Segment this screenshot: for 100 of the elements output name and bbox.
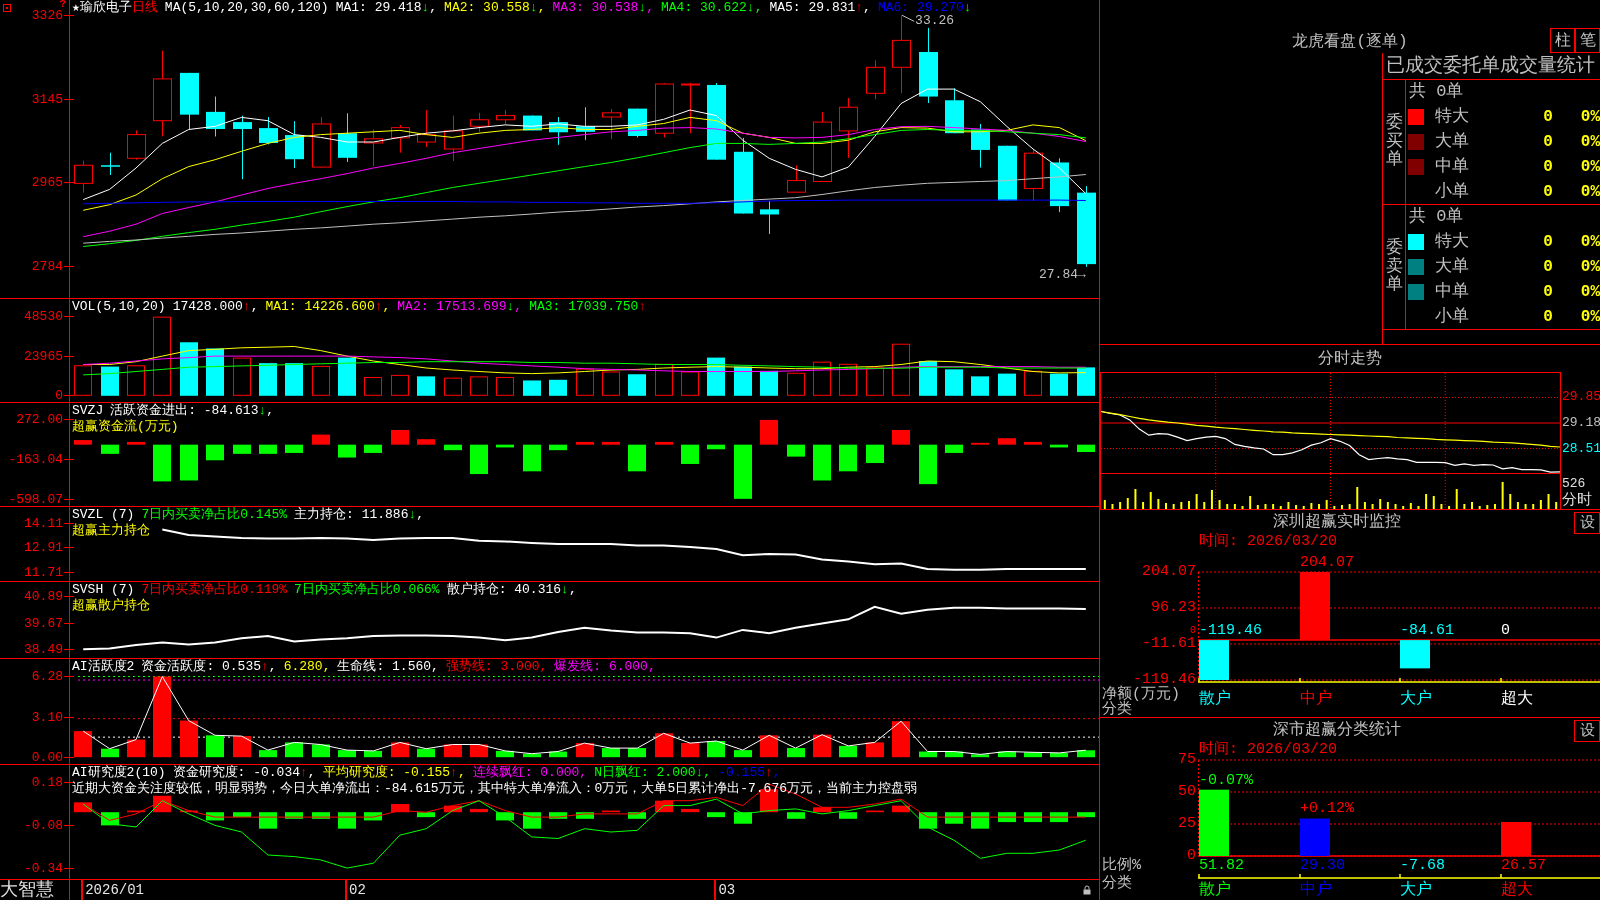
indicator-label: MA3: 17039.750↑ — [529, 299, 647, 315]
indicator-label: 平均研究度: -0.155↑, — [322, 765, 466, 781]
order-size-label: 小单 — [1435, 306, 1470, 327]
y-axis-label: 204.07 — [1142, 564, 1196, 580]
change-label: -0.07% — [1199, 772, 1253, 789]
order-share: 0% — [1579, 181, 1600, 202]
indicator-label: MA1: 29.418↓, — [335, 0, 438, 16]
y-axis-label: 272.00 — [16, 413, 63, 427]
category-label: 中户 — [1300, 691, 1332, 708]
date-label: 时间: 2026/03/20 — [1199, 534, 1338, 550]
order-size-label: 中单 — [1435, 156, 1470, 177]
order-share: 0% — [1579, 132, 1600, 152]
indicator-label: MA5: 29.831↑, — [769, 0, 871, 16]
indicator-label: AI活跃度2 — [72, 659, 135, 675]
y-axis-label: 2965 — [31, 176, 63, 190]
order-size-label: 小单 — [1435, 181, 1470, 202]
order-size-label: 特大 — [1435, 107, 1470, 128]
order-count: 0 — [1542, 107, 1554, 128]
y-axis-label: 38.49 — [24, 642, 63, 656]
category-label: 超大 — [1501, 882, 1533, 899]
axis-title: 比例% — [1102, 858, 1141, 873]
order-count: 0 — [1542, 281, 1554, 302]
y-axis-label: -163.04 — [8, 453, 63, 467]
indicator-label: N日飘红: 2.000↓, — [594, 765, 712, 781]
indicator-label: 7日内买卖净占比0.145% — [141, 507, 288, 523]
order-share: 0% — [1579, 281, 1600, 302]
peak-volume-label: 526 — [1562, 477, 1586, 491]
y-axis-label: 48530 — [24, 310, 63, 324]
y-axis-label: 39.67 — [24, 616, 63, 630]
date-label: 时间: 2026/03/20 — [1199, 742, 1338, 758]
indicator-label: MA4: 30.622↓, — [661, 0, 763, 16]
y-axis-label: 23965 — [24, 350, 63, 364]
zero-line-label: 0 — [1190, 626, 1196, 637]
y-axis-label: 3145 — [31, 92, 63, 106]
value-label: 29.30 — [1300, 858, 1345, 874]
y-axis-label: 0.18 — [31, 776, 63, 790]
order-total: 共 0单 — [1409, 207, 1464, 228]
indicator-label: 7日内买卖净占比0.066% — [294, 582, 440, 598]
y-axis-label: 28.51 — [1562, 441, 1600, 456]
y-axis-label: 6.28 — [31, 669, 63, 683]
value-label: -7.68 — [1400, 858, 1445, 874]
change-label: +0.12% — [1300, 801, 1354, 818]
category-label: 大户 — [1400, 691, 1432, 708]
indicator-label: -0.155↑, — [718, 765, 781, 781]
value-label: 51.82 — [1199, 858, 1244, 874]
indicator-label: 散户持仓: 40.316↓, — [446, 582, 577, 598]
table-title: 已成交委托单成交量统计 — [1386, 55, 1595, 77]
y-axis-label: 0.00 — [31, 750, 63, 764]
order-share: 0% — [1579, 156, 1600, 177]
y-axis-label: -598.07 — [8, 493, 63, 507]
indicator-label: 7日内买卖净占比0.119% — [141, 582, 288, 598]
y-axis-label: 75 — [1178, 752, 1196, 768]
y-axis-label: -11.61 — [1142, 636, 1196, 652]
category-label: 中户 — [1300, 882, 1332, 899]
indicator-label: 资金活跃度: 0.535↑, — [141, 659, 277, 675]
chart-period: 日线 — [131, 0, 158, 16]
order-count: 0 — [1542, 132, 1554, 152]
category-label: 大户 — [1400, 882, 1432, 899]
indicator-label: MA2: 30.558↓, — [444, 0, 546, 16]
order-size-label: 大单 — [1435, 257, 1470, 277]
value-label: -119.46 — [1199, 623, 1262, 640]
order-size-label: 大单 — [1435, 132, 1470, 152]
y-axis-label: -0.08 — [24, 818, 63, 832]
order-total: 共 0单 — [1409, 82, 1464, 103]
y-axis-label: 29.18 — [1562, 416, 1600, 430]
y-axis-label: 14.11 — [24, 516, 63, 530]
y-axis-label: 40.89 — [24, 590, 63, 603]
category-label: 散户 — [1199, 882, 1231, 899]
indicator-label: 6.280, — [283, 659, 331, 675]
order-share: 0% — [1579, 257, 1600, 277]
date-label: 02 — [349, 882, 366, 898]
group-label: 委买单 — [1385, 113, 1403, 171]
volume-caption: 分时 — [1562, 492, 1592, 509]
panel-title: 分时走势 — [1318, 348, 1382, 369]
y-axis-label: 2784 — [31, 260, 63, 274]
order-share: 0% — [1579, 107, 1600, 128]
value-label: -84.61 — [1400, 623, 1454, 640]
indicator-name: 超赢主力持仓 — [72, 523, 150, 539]
order-size-label: 中单 — [1435, 281, 1470, 302]
y-axis-label: 0 — [1187, 848, 1196, 864]
indicator-label: AI研究度2(10) — [72, 765, 166, 781]
indicator-label: 活跃资金进出: -84.613↓, — [110, 403, 275, 419]
panel-title: 龙虎看盘(逐单) — [1292, 32, 1408, 52]
indicator-label: MA6: 29.270↓ — [877, 0, 972, 15]
order-count: 0 — [1542, 156, 1554, 177]
indicator-label: 强势线: 3.000, — [445, 659, 548, 675]
indicator-label: VOL(5,10,20) — [72, 299, 166, 315]
indicator-label: 17428.000↑, — [172, 299, 259, 315]
value-label: 0 — [1501, 623, 1510, 640]
order-count: 0 — [1542, 306, 1554, 327]
indicator-label: SVZL (7) — [72, 507, 135, 523]
y-axis-label: -0.34 — [24, 861, 63, 875]
y-axis-label: 3.10 — [31, 710, 63, 724]
order-share: 0% — [1579, 232, 1600, 253]
axis-title: 分类 — [1102, 876, 1132, 891]
low-price-label: 27.84→ — [1039, 267, 1086, 282]
indicator-name: 超赢散户持仓 — [72, 598, 150, 614]
y-axis-label: 12.91 — [24, 541, 63, 555]
category-label: 散户 — [1199, 691, 1231, 708]
indicator-label: SVZJ — [72, 403, 104, 419]
